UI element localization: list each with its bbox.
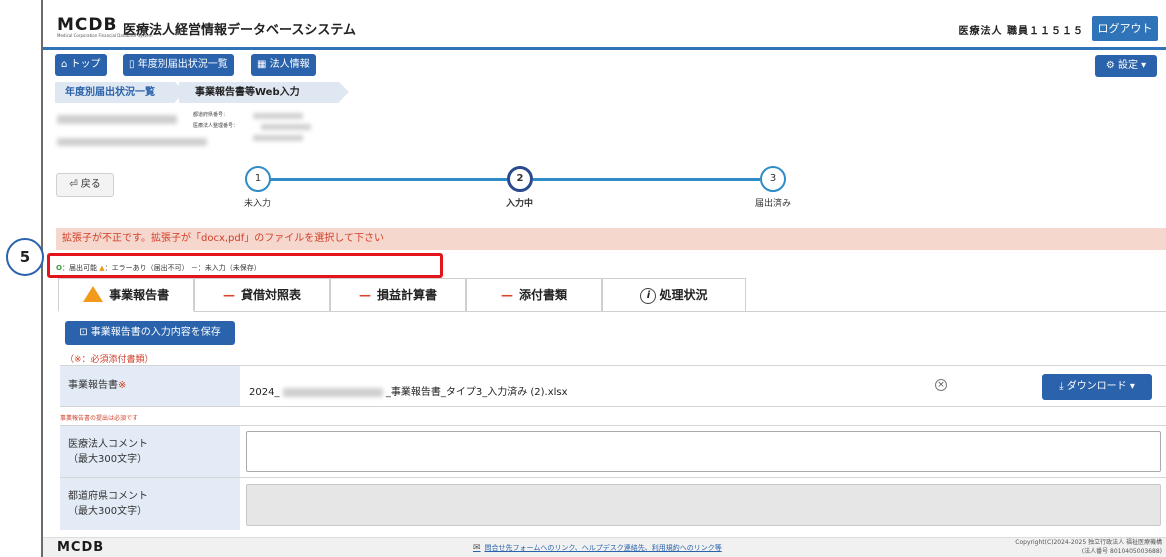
caret-down-icon: ▾ bbox=[1129, 381, 1135, 392]
corp-extra-redacted bbox=[253, 135, 303, 141]
nav-yearly-button[interactable]: ▯ 年度別届出状況一覧 bbox=[123, 54, 234, 76]
tab-processing-status[interactable]: i 処理状況 bbox=[602, 278, 746, 312]
save-icon: ⊡ bbox=[79, 327, 88, 338]
step-1-circle: 1 bbox=[245, 166, 271, 192]
annotation-highlight-box bbox=[47, 253, 443, 278]
footer-links[interactable]: ✉ 問合せ先フォームへのリンク、ヘルプデスク連絡先、利用規約へのリンク等 bbox=[473, 543, 722, 553]
corp-name-redacted bbox=[57, 115, 177, 124]
dash-icon: — bbox=[222, 288, 235, 302]
nav-corp-label: 法人情報 bbox=[269, 59, 310, 70]
breadcrumb-arrow bbox=[339, 82, 349, 102]
pref-comment-limit: （最大300文字） bbox=[68, 506, 148, 517]
tab-attachments[interactable]: — 添付書類 bbox=[466, 278, 602, 312]
breadcrumb-yearly-list[interactable]: 年度別届出状況一覧 bbox=[55, 82, 175, 103]
file-name-redacted bbox=[282, 387, 383, 397]
download-button[interactable]: ⤓ ダウンロード ▾ bbox=[1042, 374, 1152, 400]
corp-number-label: 医療法人整理番号： bbox=[193, 123, 239, 129]
tab-business-report[interactable]: 事業報告書 bbox=[58, 278, 194, 312]
file-name-prefix: 2024_ bbox=[249, 387, 280, 398]
report-required-error: 事業報告書の提出は必須です bbox=[60, 415, 139, 422]
corp-comment-field-label: 医療法人コメント （最大300文字） bbox=[60, 426, 240, 477]
step-2-circle: 2 bbox=[507, 166, 533, 192]
corp-comment-textarea[interactable] bbox=[246, 431, 1161, 472]
dash-icon: — bbox=[500, 288, 513, 302]
step-3-circle: 3 bbox=[760, 166, 786, 192]
pref-comment-textarea bbox=[246, 484, 1161, 526]
settings-label: 設定 bbox=[1117, 60, 1138, 71]
download-icon: ⤓ bbox=[1059, 381, 1064, 392]
tabs-divider bbox=[746, 311, 1166, 312]
tab-balance-sheet[interactable]: — 貸借対照表 bbox=[194, 278, 330, 312]
file-name-suffix: _事業報告書_タイプ3_入力済み (2).xlsx bbox=[385, 387, 568, 398]
back-button[interactable]: ⏎ 戻る bbox=[56, 173, 114, 197]
nav-corp-info-button[interactable]: ▦ 法人情報 bbox=[251, 54, 316, 76]
nav-yearly-label: 年度別届出状況一覧 bbox=[137, 59, 228, 70]
required-mark: ※ bbox=[118, 380, 127, 391]
save-report-button[interactable]: ⊡ 事業報告書の入力内容を保存 bbox=[65, 321, 235, 345]
mcdb-logo[interactable]: MCDB bbox=[57, 15, 117, 35]
document-icon: ▯ bbox=[129, 59, 135, 70]
row-divider bbox=[60, 406, 1166, 407]
app-window: MCDB Medical Corporation Financial Datab… bbox=[41, 0, 1166, 557]
pref-number-label: 都道府県番号： bbox=[193, 112, 229, 118]
footer-logo: MCDB bbox=[57, 540, 105, 555]
tab-income-statement-label: 損益計算書 bbox=[376, 288, 437, 302]
clear-file-icon[interactable]: × bbox=[935, 379, 947, 391]
report-label-text: 事業報告書 bbox=[68, 380, 118, 391]
footer-link-text[interactable]: 問合せ先フォームへのリンク、ヘルプデスク連絡先、利用規約へのリンク等 bbox=[485, 544, 722, 552]
required-note: （※：必須添付書類） bbox=[65, 355, 154, 365]
corp-number-redacted bbox=[261, 124, 311, 130]
settings-button[interactable]: ⚙ 設定 ▾ bbox=[1095, 55, 1157, 77]
annotation-step-number: 5 bbox=[6, 238, 44, 276]
pref-number-redacted bbox=[253, 113, 303, 119]
info-icon: i bbox=[640, 288, 657, 304]
warning-triangle-icon bbox=[82, 286, 103, 302]
copyright: Copyright(C)2024-2025 独立行政法人 福祉医療機構 (法人番… bbox=[1015, 538, 1162, 556]
app-header: MCDB Medical Corporation Financial Datab… bbox=[43, 0, 1166, 50]
nav-top-button[interactable]: ⌂ トップ bbox=[55, 54, 107, 76]
stepper-line-1 bbox=[269, 178, 507, 181]
dash-icon: — bbox=[358, 288, 371, 302]
error-banner: 拡張子が不正です。拡張子が「docx,pdf」のファイルを選択して下さい bbox=[56, 228, 1166, 250]
building-icon: ▦ bbox=[257, 59, 267, 70]
pref-comment-field-label: 都道府県コメント （最大300文字） bbox=[60, 478, 240, 530]
corp-address-redacted bbox=[57, 138, 207, 146]
user-name: 医療法人 職員１１５１５ bbox=[958, 26, 1084, 37]
logout-button[interactable]: ログアウト bbox=[1092, 16, 1158, 41]
report-field-label: 事業報告書※ bbox=[60, 366, 240, 406]
home-icon: ⌂ bbox=[61, 59, 68, 70]
back-label: 戻る bbox=[80, 179, 101, 190]
step-2-label: 入力中 bbox=[506, 199, 534, 209]
system-title: 医療法人経営情報データベースシステム bbox=[123, 23, 356, 38]
corp-number-text: (法人番号 8010405003688) bbox=[1081, 548, 1162, 555]
copyright-text: Copyright(C)2024-2025 独立行政法人 福祉医療機構 bbox=[1015, 539, 1162, 546]
tab-income-statement[interactable]: — 損益計算書 bbox=[330, 278, 466, 312]
corp-comment-limit: （最大300文字） bbox=[68, 454, 148, 465]
mail-icon: ✉ bbox=[473, 543, 481, 553]
corp-comment-label: 医療法人コメント bbox=[68, 439, 148, 450]
tab-business-report-label: 事業報告書 bbox=[109, 288, 170, 302]
tab-balance-sheet-label: 貸借対照表 bbox=[240, 288, 301, 302]
save-report-label: 事業報告書の入力内容を保存 bbox=[90, 327, 221, 338]
pref-comment-label: 都道府県コメント bbox=[68, 491, 148, 502]
back-icon: ⏎ bbox=[69, 179, 78, 190]
tab-processing-status-label: 処理状況 bbox=[659, 288, 708, 302]
nav-top-label: トップ bbox=[70, 59, 101, 70]
step-1-label: 未入力 bbox=[244, 199, 272, 209]
stepper-line-2 bbox=[533, 178, 760, 181]
download-label: ダウンロード bbox=[1066, 381, 1127, 392]
tab-attachments-label: 添付書類 bbox=[518, 288, 567, 302]
caret-down-icon: ▾ bbox=[1141, 60, 1147, 71]
gear-icon: ⚙ bbox=[1105, 60, 1115, 71]
breadcrumb-web-input: 事業報告書等Web入力 bbox=[179, 82, 339, 103]
footer: MCDB ✉ 問合せ先フォームへのリンク、ヘルプデスク連絡先、利用規約へのリンク等… bbox=[43, 537, 1166, 557]
step-3-label: 届出済み bbox=[755, 199, 792, 209]
uploaded-file-name: 2024_ _事業報告書_タイプ3_入力済み (2).xlsx bbox=[249, 383, 568, 398]
